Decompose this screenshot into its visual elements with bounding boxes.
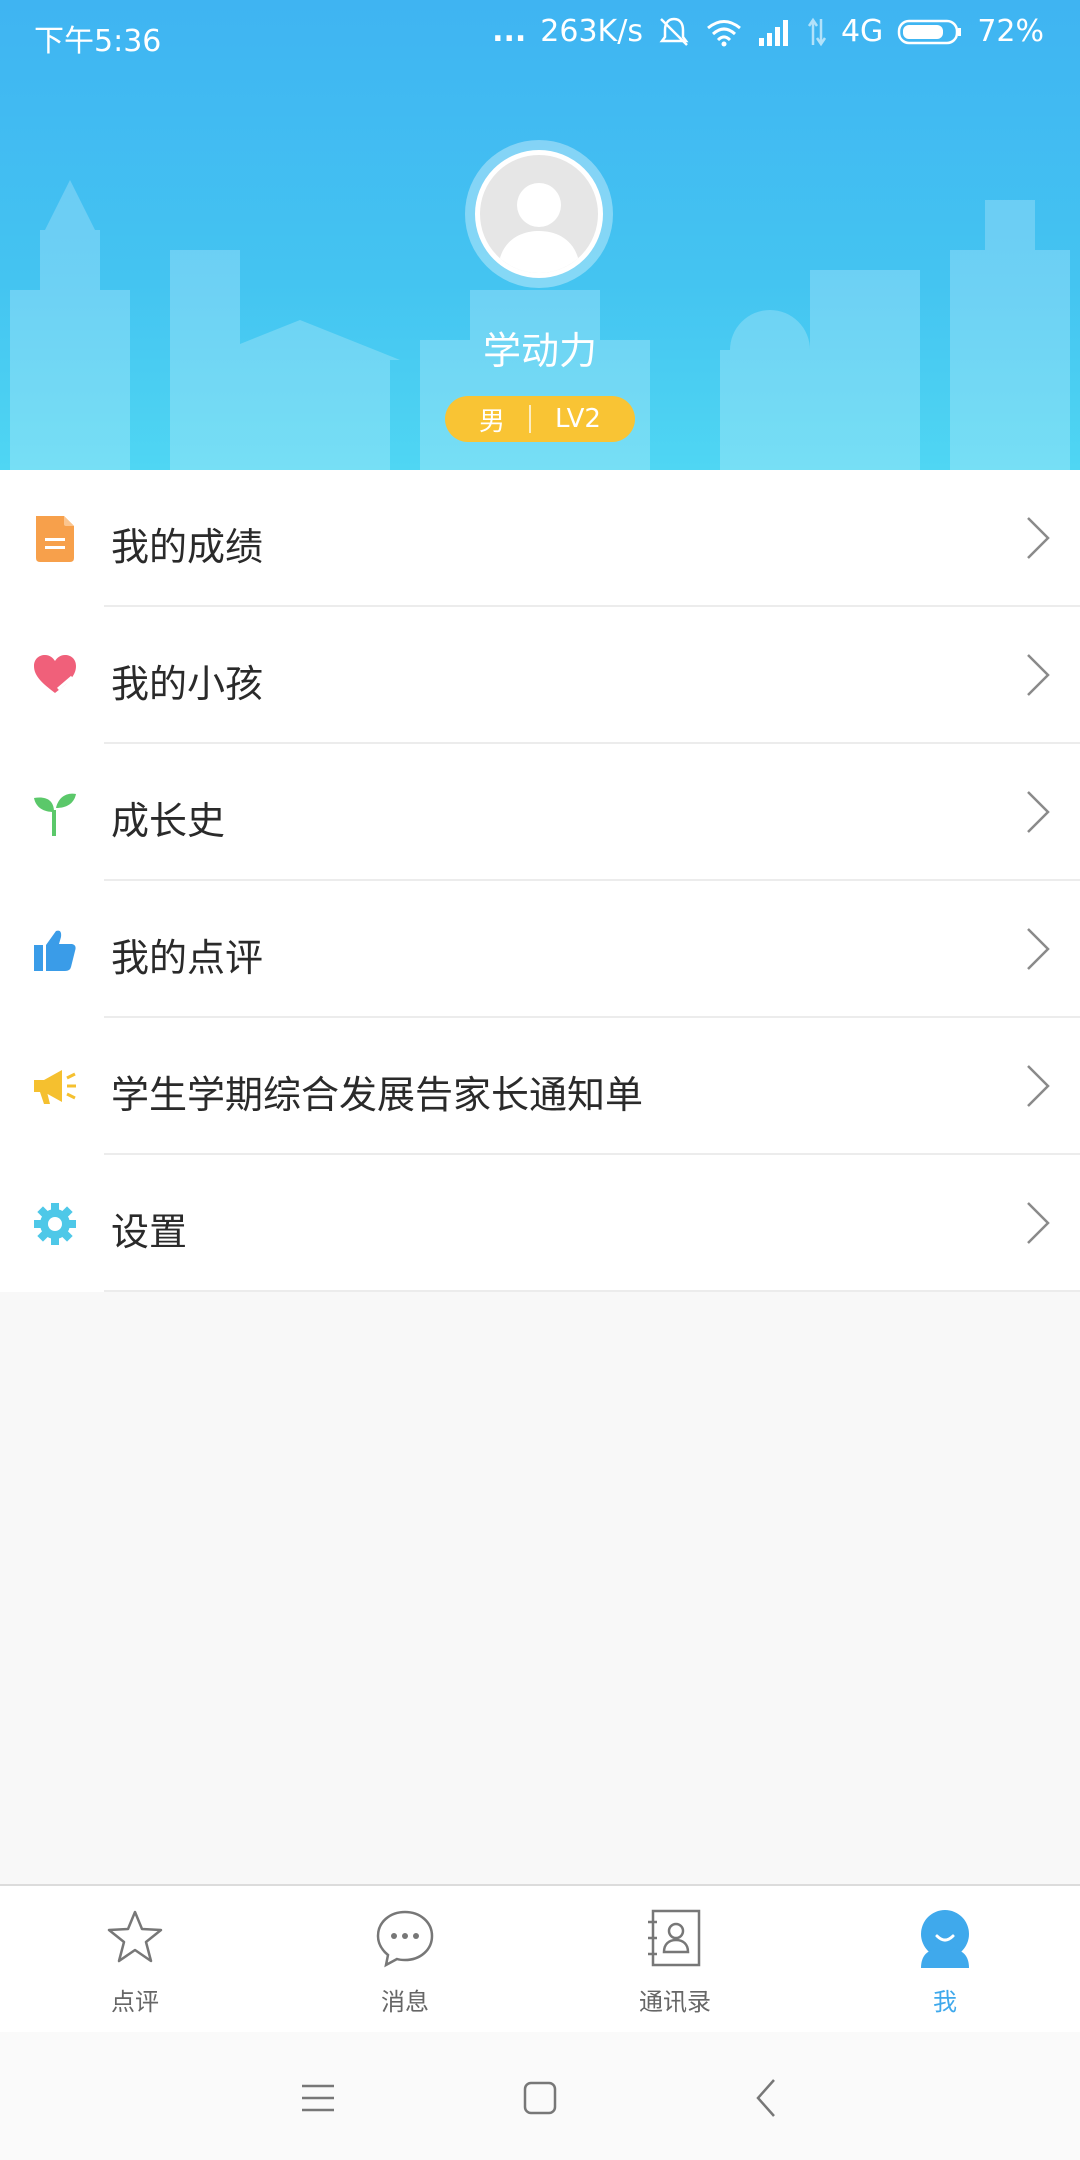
gear-icon — [34, 1203, 76, 1245]
bottom-tab-bar: 点评 消息 通讯录 我 — [0, 1884, 1080, 2034]
tab-reviews[interactable]: 点评 — [0, 1886, 270, 2032]
menu-item-my-grades[interactable]: 我的成绩 — [0, 470, 1080, 607]
status-speed: 263K/s — [540, 14, 643, 49]
status-bar: 下午5:36 ... 263K/s 4G 72% — [0, 0, 1080, 70]
tab-me[interactable]: 我 — [810, 1886, 1080, 2032]
menu-item-my-reviews[interactable]: 我的点评 — [0, 881, 1080, 1018]
system-nav-bar — [0, 2032, 1080, 2160]
menu-label: 成长史 — [111, 799, 226, 843]
profile-name: 学动力 — [482, 329, 597, 373]
data-transfer-icon — [807, 17, 827, 46]
menu-item-settings[interactable]: 设置 — [0, 1155, 1080, 1292]
tab-label: 通讯录 — [639, 1988, 711, 2016]
back-icon[interactable] — [738, 2068, 798, 2128]
badge-divider — [529, 405, 532, 433]
chevron-right-icon — [1027, 791, 1050, 833]
sprout-icon — [34, 793, 76, 836]
chevron-right-icon — [1027, 654, 1050, 696]
default-user-icon — [498, 183, 580, 273]
divider — [104, 1290, 1080, 1292]
mute-bell-icon — [659, 17, 689, 46]
home-icon[interactable] — [510, 2068, 570, 2128]
thumbs-up-icon — [34, 930, 76, 971]
menu-label: 学生学期综合发展告家长通知单 — [111, 1073, 644, 1117]
gender-label: 男 — [479, 406, 506, 437]
chevron-right-icon — [1027, 517, 1050, 559]
contacts-book-icon — [648, 1909, 701, 1967]
menu-label: 我的点评 — [111, 936, 264, 980]
heart-icon — [34, 655, 76, 693]
level-label: LV2 — [555, 404, 601, 434]
tab-contacts[interactable]: 通讯录 — [540, 1886, 810, 2032]
menu-label: 我的成绩 — [111, 525, 264, 569]
profile-menu: 我的成绩 我的小孩 成长史 我的点评 学生学期综合发展告家长通知单 设置 — [0, 470, 1080, 1292]
menu-label: 设置 — [111, 1210, 188, 1254]
chevron-right-icon — [1027, 928, 1050, 970]
star-icon — [107, 1910, 163, 1963]
avatar[interactable] — [475, 150, 603, 278]
menu-item-growth-history[interactable]: 成长史 — [0, 744, 1080, 881]
menu-label: 我的小孩 — [111, 662, 264, 706]
menu-item-my-child[interactable]: 我的小孩 — [0, 607, 1080, 744]
menu-icon[interactable] — [288, 2068, 348, 2128]
status-battery: 72% — [977, 14, 1044, 49]
status-time: 下午5:36 — [34, 24, 162, 59]
profile-badge: 男 LV2 — [445, 396, 635, 442]
tab-label: 点评 — [111, 1988, 159, 2016]
profile-face-icon — [921, 1910, 969, 1968]
chat-bubble-icon — [376, 1910, 434, 1968]
battery-icon — [898, 19, 962, 44]
status-network: 4G — [840, 14, 884, 49]
wifi-icon — [707, 19, 741, 46]
chevron-right-icon — [1027, 1065, 1050, 1107]
tab-label: 消息 — [381, 1988, 429, 2016]
signal-icon — [758, 19, 788, 46]
menu-item-parent-notice[interactable]: 学生学期综合发展告家长通知单 — [0, 1018, 1080, 1155]
status-more: ... — [492, 14, 527, 49]
document-icon — [36, 516, 74, 562]
tab-label: 我 — [933, 1988, 957, 2016]
chevron-right-icon — [1027, 1202, 1050, 1244]
megaphone-icon — [34, 1070, 76, 1104]
avatar-ring[interactable] — [465, 140, 613, 288]
tab-messages[interactable]: 消息 — [270, 1886, 540, 2032]
